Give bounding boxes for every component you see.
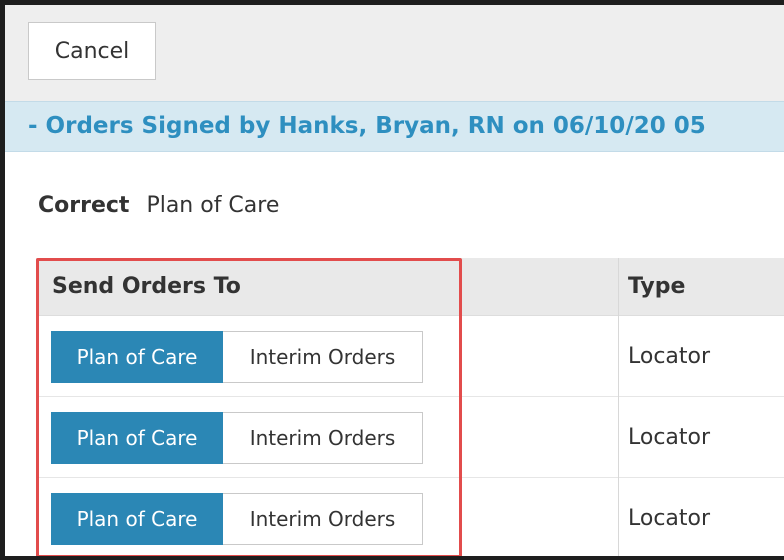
type-cell: Locator [628, 506, 711, 531]
orders-table: Send Orders To Type Plan of Care Interim… [36, 258, 784, 556]
table-row: Plan of Care Interim Orders Locator [36, 397, 784, 478]
plan-of-care-option[interactable]: Plan of Care [51, 331, 223, 383]
send-orders-toggle: Plan of Care Interim Orders [51, 412, 423, 464]
table-row: Plan of Care Interim Orders Locator [36, 316, 784, 397]
table-header-row: Send Orders To Type [36, 258, 784, 316]
type-cell: Locator [628, 425, 711, 450]
correct-label: Correct [38, 193, 130, 218]
send-orders-toggle: Plan of Care Interim Orders [51, 493, 423, 545]
app-window: Cancel - Orders Signed by Hanks, Bryan, … [0, 0, 784, 560]
plan-of-care-option[interactable]: Plan of Care [51, 412, 223, 464]
send-orders-toggle: Plan of Care Interim Orders [51, 331, 423, 383]
interim-orders-option[interactable]: Interim Orders [223, 493, 423, 545]
table-row: Plan of Care Interim Orders Locator [36, 478, 784, 556]
column-divider [618, 258, 619, 556]
interim-orders-option[interactable]: Interim Orders [223, 412, 423, 464]
column-header-send-orders-to: Send Orders To [52, 274, 241, 299]
correct-value: Plan of Care [146, 193, 280, 218]
correct-row: Correct Plan of Care [38, 193, 279, 218]
column-header-type: Type [628, 274, 686, 299]
orders-signed-header[interactable]: - Orders Signed by Hanks, Bryan, RN on 0… [5, 101, 784, 152]
interim-orders-option[interactable]: Interim Orders [223, 331, 423, 383]
plan-of-care-option[interactable]: Plan of Care [51, 493, 223, 545]
type-cell: Locator [628, 344, 711, 369]
toolbar: Cancel [5, 5, 784, 101]
cancel-button[interactable]: Cancel [28, 22, 156, 80]
